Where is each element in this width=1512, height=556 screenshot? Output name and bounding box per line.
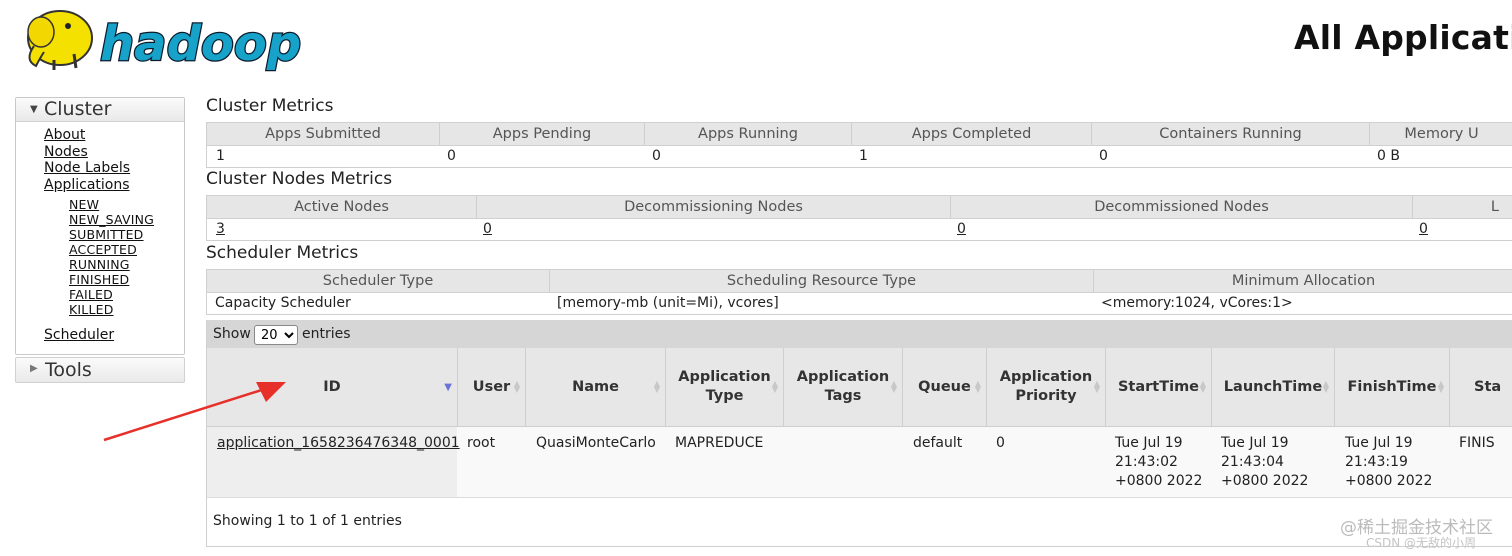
column-header-user[interactable]: User ▲ ▼ — [458, 348, 526, 426]
active-nodes-link[interactable]: 3 — [216, 219, 225, 240]
cell-start-time: Tue Jul 19 21:43:02 +0800 2022 — [1115, 435, 1203, 489]
triangle-right-icon: ▶ — [30, 363, 38, 374]
cluster-metrics-title: Cluster Metrics — [206, 96, 334, 116]
scheduler-metrics-title: Scheduler Metrics — [206, 243, 359, 263]
cell-finish-time: Tue Jul 19 21:43:19 +0800 2022 — [1345, 435, 1433, 489]
sort-icon: ▲ ▼ — [1437, 379, 1444, 394]
metric-header: Apps Submitted — [207, 123, 440, 145]
page-length-select[interactable]: 20 — [254, 325, 298, 345]
column-header-queue[interactable]: Queue ▲ ▼ — [903, 348, 987, 426]
nav-cluster-panel: ▼ Cluster About Nodes Node Labels Applic… — [15, 97, 185, 355]
length-bar: Show 20 entries — [207, 320, 1512, 348]
metric-header: Memory U — [1404, 126, 1479, 142]
cell-name: QuasiMonteCarlo — [536, 435, 656, 451]
nodes-metrics-title: Cluster Nodes Metrics — [206, 169, 393, 189]
metric-header: Scheduler Type — [207, 270, 550, 292]
nav-state-killed[interactable]: KILLED — [69, 302, 154, 317]
triangle-down-icon: ▼ — [30, 104, 38, 115]
column-header-state[interactable]: Sta — [1450, 348, 1512, 426]
decommissioning-nodes-link[interactable]: 0 — [483, 219, 492, 240]
nav-link-node-labels[interactable]: Node Labels — [44, 160, 130, 177]
watermark-text: CSDN @无敌的小周 — [1366, 536, 1477, 550]
metric-header: Minimum Allocation — [1231, 273, 1376, 289]
nav-tools-label: Tools — [45, 359, 92, 381]
sort-icon: ▲ ▼ — [890, 379, 897, 394]
metric-header: Decommissioned Nodes — [951, 196, 1413, 218]
nav-state-new[interactable]: NEW — [69, 197, 154, 212]
nav-state-finished[interactable]: FINISHED — [69, 272, 154, 287]
cluster-metrics-table: Apps Submitted Apps Pending Apps Running… — [206, 122, 1512, 168]
column-header-start-time[interactable]: StartTime ▲ ▼ — [1106, 348, 1212, 426]
metric-header: Active Nodes — [207, 196, 477, 218]
metric-value: 0 B — [1377, 148, 1400, 164]
column-header-launch-time[interactable]: LaunchTime ▲ ▼ — [1212, 348, 1335, 426]
cell-launch-time: Tue Jul 19 21:43:04 +0800 2022 — [1221, 435, 1309, 489]
scheduler-type-value: Capacity Scheduler — [215, 295, 351, 311]
table-header: ID ▼ User ▲ ▼ Name ▲ ▼ Application Type ▲ ▼ App… — [207, 348, 1512, 427]
sort-icon: ▲ ▼ — [513, 379, 520, 394]
nav-state-failed[interactable]: FAILED — [69, 287, 154, 302]
nav-cluster-label: Cluster — [44, 98, 112, 120]
sort-desc-icon: ▼ — [444, 382, 452, 393]
cell-queue: default — [913, 435, 963, 451]
sort-icon: ▲ ▼ — [653, 379, 660, 394]
metric-value: 1 — [859, 148, 868, 164]
metric-header: Scheduling Resource Type — [550, 270, 1094, 292]
entries-label: entries — [302, 326, 351, 342]
show-label: Show — [213, 326, 251, 342]
metric-value: 1 — [216, 148, 225, 164]
column-header-tags[interactable]: Application Tags ▲ ▼ — [784, 348, 903, 426]
column-header-finish-time[interactable]: FinishTime ▲ ▼ — [1335, 348, 1450, 426]
hadoop-wordmark: hadoop — [100, 16, 301, 72]
column-header-priority[interactable]: Application Priority ▲ ▼ — [987, 348, 1106, 426]
table-info: Showing 1 to 1 of 1 entries — [213, 513, 402, 529]
nav-state-submitted[interactable]: SUBMITTED — [69, 227, 154, 242]
elephant-icon — [27, 10, 93, 70]
lost-nodes-link[interactable]: 0 — [1419, 219, 1428, 240]
metric-header: Containers Running — [1092, 123, 1370, 145]
metric-header: L — [1490, 199, 1499, 215]
sort-icon: ▲ ▼ — [1199, 379, 1206, 394]
nav-state-accepted[interactable]: ACCEPTED — [69, 242, 154, 257]
metric-value: 0 — [447, 148, 456, 164]
nav-state-running[interactable]: RUNNING — [69, 257, 154, 272]
sort-icon: ▲ ▼ — [1322, 379, 1329, 394]
cell-priority: 0 — [996, 435, 1005, 451]
sort-icon: ▲ ▼ — [771, 379, 778, 394]
nav-cluster-header[interactable]: ▼ Cluster — [16, 98, 184, 122]
scheduler-metrics-table: Scheduler Type Scheduling Resource Type … — [206, 269, 1512, 315]
metric-header: Decommissioning Nodes — [477, 196, 951, 218]
column-header-name[interactable]: Name ▲ ▼ — [526, 348, 666, 426]
decommissioned-nodes-link[interactable]: 0 — [957, 219, 966, 240]
metric-value: 0 — [652, 148, 661, 164]
metric-header: Apps Running — [645, 123, 852, 145]
nav-link-applications[interactable]: Applications — [44, 177, 130, 194]
annotation-arrow-icon — [103, 382, 286, 442]
metric-header: Apps Pending — [440, 123, 645, 145]
cell-user: root — [467, 435, 496, 451]
minimum-allocation-value: <memory:1024, vCores:1> — [1101, 295, 1293, 311]
column-header-type[interactable]: Application Type ▲ ▼ — [666, 348, 784, 426]
cell-state: FINIS — [1459, 435, 1495, 451]
nav-link-scheduler[interactable]: Scheduler — [44, 327, 114, 343]
nav-link-about[interactable]: About — [44, 127, 130, 144]
nav-link-nodes[interactable]: Nodes — [44, 144, 130, 161]
sort-icon: ▲ ▼ — [974, 379, 981, 394]
applications-table: Show 20 entries ID ▼ User ▲ ▼ Name ▲ ▼ Applic… — [206, 320, 1512, 547]
hadoop-logo: hadoop — [27, 10, 302, 73]
metric-header: Apps Completed — [852, 123, 1092, 145]
metric-value: 0 — [1099, 148, 1108, 164]
table-row: application_1658236476348_0001 root Quas… — [207, 427, 1512, 498]
sort-icon: ▲ ▼ — [1093, 379, 1100, 394]
nodes-metrics-table: Active Nodes Decommissioning Nodes Decom… — [206, 195, 1512, 241]
resource-type-value: [memory-mb (unit=Mi), vcores] — [557, 295, 779, 311]
page-title: All Applicati — [1294, 18, 1512, 57]
nav-state-new-saving[interactable]: NEW_SAVING — [69, 212, 154, 227]
cell-type: MAPREDUCE — [675, 435, 764, 451]
